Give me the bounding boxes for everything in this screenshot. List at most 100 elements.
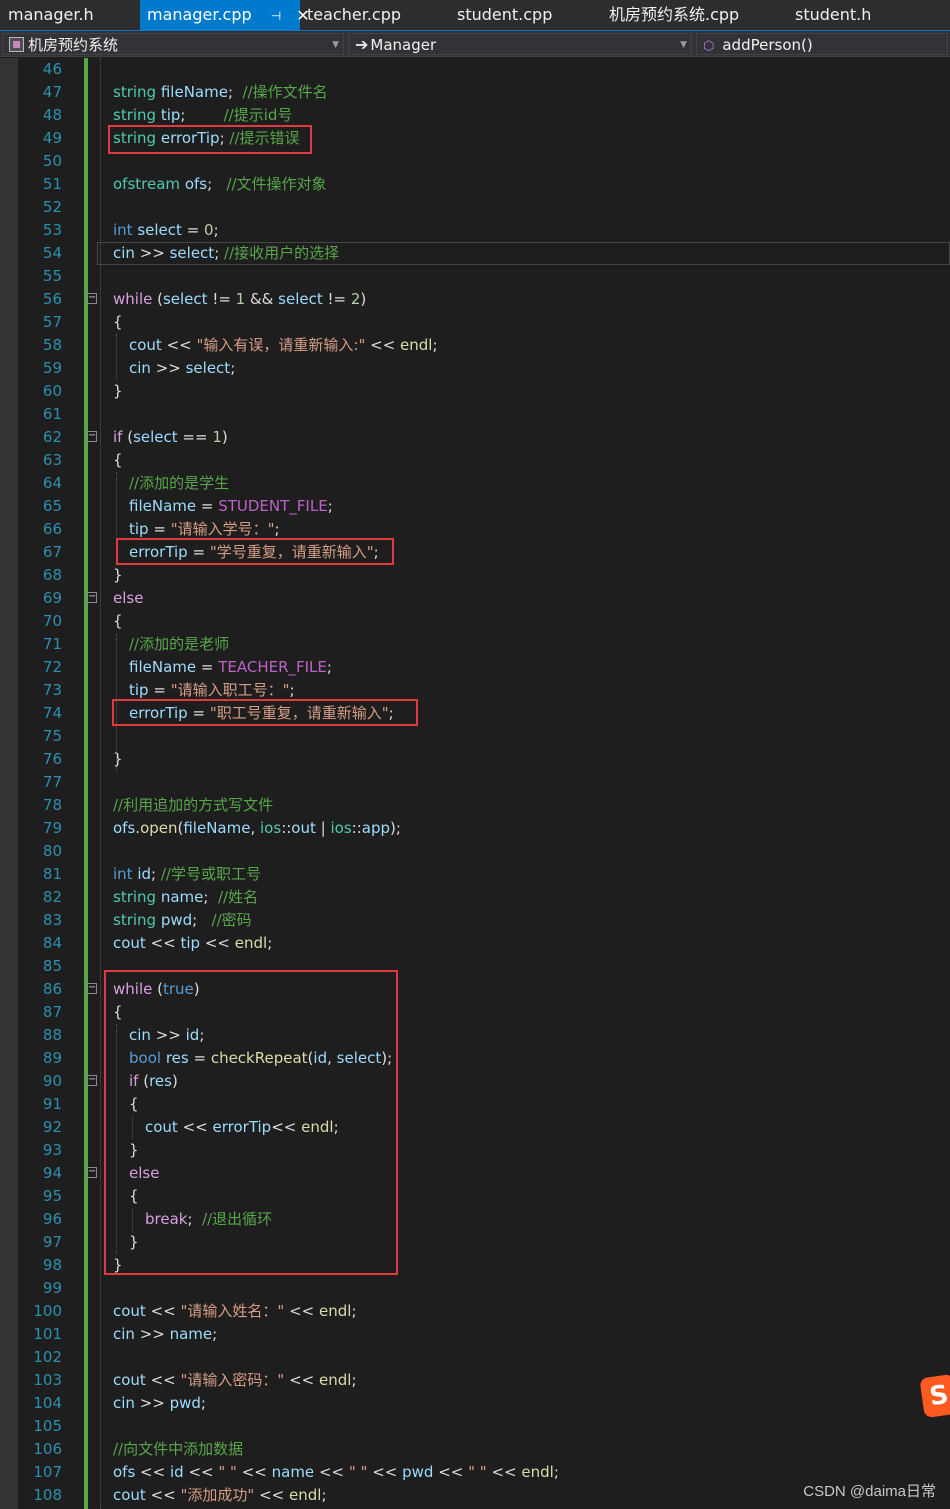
code-line[interactable]: 103 cout << "请输入密码：" << endl; — [0, 1369, 950, 1392]
code-line[interactable]: 76} — [0, 748, 950, 771]
code-token: 0 — [204, 221, 214, 239]
code-line[interactable]: 89 bool res = checkRepeat(id, select); — [0, 1047, 950, 1070]
code-line[interactable]: 58 cout << "输入有误，请重新输入:" << endl; — [0, 334, 950, 357]
code-line[interactable]: 66 tip = "请输入学号："; — [0, 518, 950, 541]
code-line[interactable]: 93} — [0, 1139, 950, 1162]
code-line[interactable]: 79 ofs.open(fileName, ios::out | ios::app… — [0, 817, 950, 840]
line-number: 85 — [42, 957, 62, 975]
code-line[interactable]: 67 errorTip = "学号重复，请重新输入"; — [0, 541, 950, 564]
code-line[interactable]: 59 cin >> select; — [0, 357, 950, 380]
code-line[interactable]: 55 — [0, 265, 950, 288]
code-token: //密码 — [211, 911, 252, 929]
project-name: 机房预约系统 — [28, 36, 119, 54]
tab-manager-h[interactable]: manager.h — [0, 0, 140, 30]
code-token: fileName — [129, 497, 197, 515]
code-line[interactable]: 88 cin >> id; — [0, 1024, 950, 1047]
code-line[interactable]: 87 { — [0, 1001, 950, 1024]
code-token: //操作文件名 — [242, 83, 328, 101]
code-line[interactable]: 53 int select = 0; — [0, 219, 950, 242]
code-line[interactable]: 81 int id; //学号或职工号 — [0, 863, 950, 886]
code-line[interactable]: 97} — [0, 1231, 950, 1254]
code-line[interactable]: 72 fileName = TEACHER_FILE; — [0, 656, 950, 679]
code-line[interactable]: 65 fileName = STUDENT_FILE; — [0, 495, 950, 518]
code-line[interactable]: 82 string name; //姓名 — [0, 886, 950, 909]
code-line[interactable]: 98} — [0, 1254, 950, 1277]
collapse-icon[interactable]: − — [87, 431, 97, 442]
code-line[interactable]: 62 − if (select == 1) — [0, 426, 950, 449]
code-editor[interactable]: 46 47 string fileName; //操作文件名 48 string tip… — [0, 58, 950, 1509]
code-line[interactable]: 100 cout << "请输入姓名：" << endl; — [0, 1300, 950, 1323]
code-line[interactable]: 96 break; //退出循环 — [0, 1208, 950, 1231]
tab-teacher-cpp[interactable]: teacher.cpp — [300, 0, 450, 30]
tab-student-h[interactable]: student.h — [788, 0, 950, 30]
pin-icon[interactable]: ⊣ — [271, 1, 281, 31]
code-line[interactable]: 69 − else — [0, 587, 950, 610]
code-token: << — [271, 1118, 302, 1136]
code-line[interactable]: 51 ofstream ofs; //文件操作对象 — [0, 173, 950, 196]
project-dropdown[interactable]: 机房预约系统 ▼ — [2, 33, 344, 55]
code-line[interactable]: 57 { — [0, 311, 950, 334]
collapse-icon[interactable]: − — [87, 1167, 97, 1178]
code-line[interactable]: 50 — [0, 150, 950, 173]
code-line[interactable]: 46 — [0, 58, 950, 81]
code-line[interactable]: 94 − else — [0, 1162, 950, 1185]
code-line[interactable]: 71 //添加的是老师 — [0, 633, 950, 656]
code-line[interactable]: 105 — [0, 1415, 950, 1438]
code-line[interactable]: 70 { — [0, 610, 950, 633]
code-line[interactable]: 92 cout << errorTip<< endl; — [0, 1116, 950, 1139]
code-token: { — [113, 451, 123, 469]
code-line[interactable]: 83 string pwd; //密码 — [0, 909, 950, 932]
code-line[interactable]: 86 − while (true) — [0, 978, 950, 1001]
code-line[interactable]: 48 string tip; //提示id号 — [0, 104, 950, 127]
code-line[interactable]: 75 — [0, 725, 950, 748]
watermark: CSDN @daima日常 — [803, 1483, 936, 1500]
code-text: ofs.open(fileName, ios::out | ios::app); — [113, 817, 401, 840]
tab-manager-cpp[interactable]: manager.cpp ⊣ ✕ — [140, 0, 310, 31]
code-token: { — [129, 1187, 139, 1205]
scope-dropdown[interactable]: ➔ Manager ▼ — [348, 33, 692, 55]
code-token: cout — [113, 1371, 146, 1389]
code-line[interactable]: 56− while (select != 1 && select != 2) — [0, 288, 950, 311]
tab-student-cpp[interactable]: student.cpp — [450, 0, 600, 30]
code-token: "添加成功" — [180, 1486, 255, 1504]
code-line[interactable]: 84 cout << tip << endl; — [0, 932, 950, 955]
code-line[interactable]: 68} — [0, 564, 950, 587]
code-line[interactable]: 104 cin >> pwd; — [0, 1392, 950, 1415]
code-line[interactable]: 95 { — [0, 1185, 950, 1208]
code-line[interactable]: 99 — [0, 1277, 950, 1300]
code-line[interactable]: 85 — [0, 955, 950, 978]
code-token: ); — [381, 1049, 393, 1067]
code-line[interactable]: 74 errorTip = "职工号重复，请重新输入"; — [0, 702, 950, 725]
code-line[interactable]: 102 — [0, 1346, 950, 1369]
collapse-icon[interactable]: − — [87, 983, 97, 994]
code-text: { — [113, 1001, 123, 1024]
code-line[interactable]: 47 string fileName; //操作文件名 — [0, 81, 950, 104]
code-line[interactable]: 52 — [0, 196, 950, 219]
code-line[interactable]: 61 — [0, 403, 950, 426]
code-token: string — [113, 106, 157, 124]
code-line[interactable]: 54 cin >> select; //接收用户的选择 — [0, 242, 950, 265]
tab-main-cpp[interactable]: 机房预约系统.cpp — [600, 0, 788, 30]
code-line[interactable]: 63 { — [0, 449, 950, 472]
code-line[interactable]: 91 { — [0, 1093, 950, 1116]
code-line[interactable]: 60} — [0, 380, 950, 403]
code-line[interactable]: 49 string errorTip; //提示错误 — [0, 127, 950, 150]
member-dropdown[interactable]: ⬡ addPerson() — [696, 33, 948, 55]
code-line[interactable]: 106 //向文件中添加数据 — [0, 1438, 950, 1461]
code-line[interactable]: 64 //添加的是学生 — [0, 472, 950, 495]
code-line[interactable]: 78 //利用追加的方式写文件 — [0, 794, 950, 817]
collapse-icon[interactable]: − — [87, 293, 97, 304]
code-token: name — [169, 1325, 213, 1343]
code-line[interactable]: 90 − if (res) — [0, 1070, 950, 1093]
line-number: 75 — [42, 727, 62, 745]
code-token: id — [185, 1026, 200, 1044]
code-token: //提示错误 — [229, 129, 300, 147]
code-line[interactable]: 77 — [0, 771, 950, 794]
code-line[interactable]: 101 cin >> name; — [0, 1323, 950, 1346]
collapse-icon[interactable]: − — [87, 592, 97, 603]
code-token: string — [113, 129, 157, 147]
collapse-icon[interactable]: − — [87, 1075, 97, 1086]
code-line[interactable]: 73 tip = "请输入职工号："; — [0, 679, 950, 702]
code-token: errorTip — [129, 704, 188, 722]
code-line[interactable]: 80 — [0, 840, 950, 863]
